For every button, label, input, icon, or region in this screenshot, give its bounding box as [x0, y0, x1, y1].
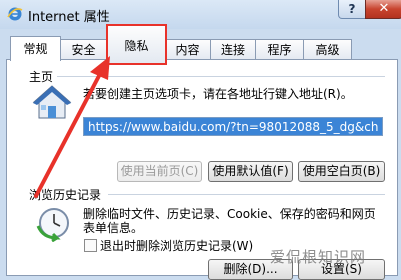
tab-general[interactable]: 常规 — [10, 36, 61, 61]
group-divider — [108, 194, 385, 195]
home-page-url-input[interactable]: https://www.baidu.com/?tn=98012088_5_dg&… — [83, 117, 383, 136]
delete-history-on-exit-label: 退出时删除浏览历史记录(W) — [100, 239, 254, 253]
use-default-button[interactable]: 使用默认值(F) — [208, 161, 293, 182]
tab-programs[interactable]: 程序 — [255, 39, 304, 60]
history-clock-icon — [36, 208, 69, 242]
tab-advanced[interactable]: 高级 — [303, 39, 352, 60]
delete-history-on-exit-checkbox[interactable] — [84, 239, 97, 252]
title-bar: Internet 属性 ? ✕ — [0, 0, 401, 29]
tab-security[interactable]: 安全 — [60, 39, 107, 60]
internet-explorer-icon — [7, 7, 23, 21]
tab-content[interactable]: 内容 — [164, 39, 211, 60]
browsing-history-group-label: 浏览历史记录 — [29, 188, 102, 202]
history-description-line2: 表单信息。 — [83, 221, 144, 235]
tab-privacy[interactable]: 隐私 — [106, 24, 167, 65]
watermark: 爱侃根知识网 — [270, 248, 367, 266]
group-divider — [57, 76, 385, 77]
help-button[interactable]: ? — [338, 0, 366, 19]
use-current-page-button[interactable]: 使用当前页(C) — [117, 161, 202, 182]
home-icon — [32, 85, 72, 119]
use-blank-page-button[interactable]: 使用空白页(B) — [298, 161, 385, 182]
home-page-description: 若要创建主页选项卡，请在各地址行键入地址(R)。 — [83, 87, 353, 101]
close-button[interactable]: ✕ — [365, 0, 401, 19]
window-title: Internet 属性 — [28, 10, 110, 25]
tab-connections[interactable]: 连接 — [210, 39, 256, 60]
